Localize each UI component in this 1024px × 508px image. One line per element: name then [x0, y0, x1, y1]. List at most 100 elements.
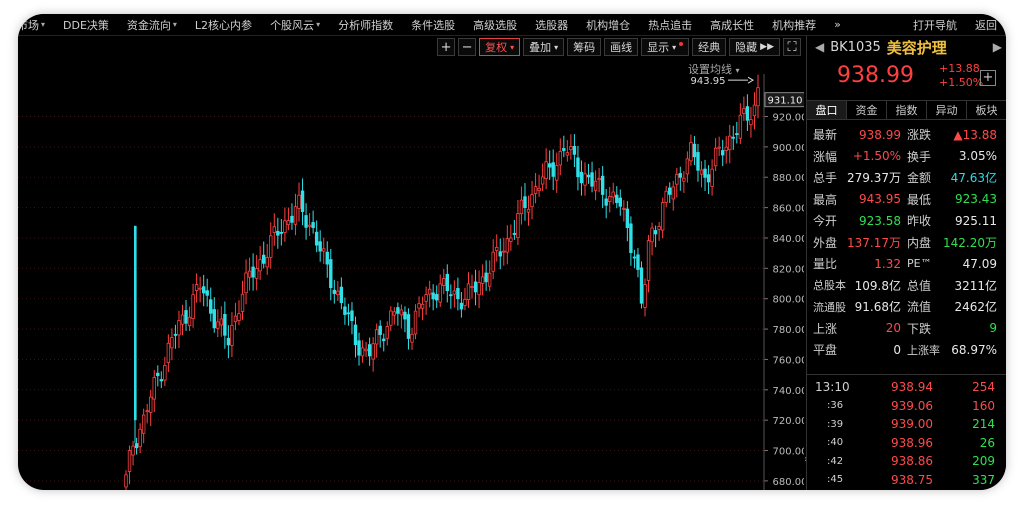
- open-nav-button[interactable]: 打开导航: [904, 17, 966, 33]
- candle-body: [678, 173, 683, 178]
- quote-row: 外盘 137.17万 内盘 142.20万: [807, 232, 1006, 254]
- candle-body: [530, 194, 534, 208]
- candle-body: [569, 146, 573, 150]
- candle-body: [583, 173, 587, 186]
- candle-body: [378, 325, 382, 335]
- candle-body: [692, 143, 697, 158]
- quote-value: 142.20万: [943, 235, 997, 250]
- candle-body: [643, 284, 647, 308]
- quote-value: 47.09: [962, 256, 997, 271]
- candle-body: [216, 321, 220, 329]
- candle-body: [477, 282, 481, 296]
- caret-down-icon: ▾: [510, 42, 515, 52]
- fuquan-dropdown[interactable]: 复权 ▾: [479, 38, 521, 56]
- menu-item-7[interactable]: 高级选股: [464, 17, 526, 33]
- candle-body: [710, 168, 714, 187]
- menu-item-4[interactable]: 个股风云 ▾: [261, 17, 329, 33]
- candle-body: [685, 158, 690, 175]
- quote-label: 涨幅: [813, 149, 838, 164]
- candle-body: [438, 283, 442, 303]
- quote-label: 外盘: [813, 235, 838, 250]
- fuquan-label: 复权: [485, 41, 508, 54]
- menu-item-6[interactable]: 条件选股: [402, 17, 464, 33]
- candle-body: [322, 248, 326, 252]
- tab-3[interactable]: 异动: [927, 101, 967, 119]
- candle-body: [170, 337, 174, 349]
- menu-item-9[interactable]: 机构增仓: [577, 17, 639, 33]
- candle-body: [720, 150, 725, 156]
- quote-panel: ◀ BK1035 美容护理 ▶ 938.99 +13.88 +1.50% + 盘…: [806, 36, 1006, 490]
- top-menu-bar: 市场 ▾ DDE决策 资金流向 ▾ L2核心内参 个股风云 ▾ 分析师指数 条件选股 高级选股 选股器…: [18, 14, 1006, 36]
- display-label: 显示: [647, 41, 670, 54]
- menu-item-3[interactable]: L2核心内参: [186, 17, 261, 33]
- candle-body: [597, 178, 601, 181]
- candle-body: [608, 196, 612, 202]
- quote-label: 量比: [813, 257, 838, 272]
- menu-item-12[interactable]: 机构推荐: [763, 17, 825, 33]
- zoom-out-button[interactable]: −: [458, 38, 477, 56]
- tab-4[interactable]: 板块: [967, 101, 1006, 119]
- quote-value: 0: [893, 342, 901, 357]
- stock-header: ◀ BK1035 美容护理 ▶: [807, 36, 1006, 58]
- quote-row: 平盘 0 上涨率 68.97%: [807, 339, 1006, 361]
- candle-body: [487, 272, 492, 287]
- next-stock-icon[interactable]: ▶: [993, 40, 1002, 54]
- menu-item-0[interactable]: 市场 ▾: [18, 17, 54, 33]
- candle-body: [604, 198, 608, 206]
- candle-body: [198, 287, 202, 290]
- tick-list[interactable]: 13:10 938.94 254:36 939.06 160:39 939.00 214:4…: [807, 378, 1006, 490]
- candle-body: [226, 337, 231, 346]
- menu-item-label: 资金流向: [126, 18, 171, 32]
- tick-price: 938.96: [891, 435, 933, 450]
- zoom-in-button[interactable]: +: [437, 38, 456, 56]
- hide-button[interactable]: 隐藏 ▶▶: [729, 38, 780, 56]
- candle-body: [484, 272, 488, 283]
- candlestick-chart[interactable]: 920.00 900.00 880.00 860.00 840.00 820.00 800.…: [18, 74, 804, 490]
- add-watchlist-button[interactable]: +: [980, 70, 996, 86]
- tab-1[interactable]: 资金: [847, 101, 887, 119]
- menu-item-10[interactable]: 热点追击: [639, 17, 701, 33]
- candle-body: [495, 247, 499, 251]
- tick-volume: 254: [972, 380, 995, 395]
- quote-grid: 最新 938.99 涨跌 ▲13.88 涨幅 +1.50% 换手 3.05% 总手 279.37万…: [807, 124, 1006, 361]
- tick-price: 938.86: [891, 454, 933, 469]
- tick-row: :42 938.86 209: [807, 452, 1006, 471]
- classic-button[interactable]: 经典: [692, 38, 727, 56]
- candle-body: [502, 250, 506, 253]
- prev-stock-icon[interactable]: ◀: [815, 40, 824, 54]
- draw-line-button[interactable]: 画线: [604, 38, 639, 56]
- candle-body: [572, 145, 577, 155]
- candle-body: [512, 233, 517, 235]
- menu-item-5[interactable]: 分析师指数: [329, 17, 402, 33]
- candle-body: [664, 190, 668, 203]
- overlay-dropdown[interactable]: 叠加 ▾: [523, 38, 565, 56]
- quote-value: 91.68亿: [854, 300, 901, 315]
- display-dropdown[interactable]: 显示 ▾: [641, 38, 690, 56]
- menu-item-2[interactable]: 资金流向 ▾: [118, 17, 186, 33]
- candle-body: [752, 104, 757, 117]
- candle-body: [283, 220, 287, 233]
- candle-body: [516, 213, 520, 239]
- fullscreen-icon[interactable]: ⛶: [783, 38, 801, 56]
- chips-button[interactable]: 筹码: [567, 38, 602, 56]
- candle-body: [233, 315, 238, 323]
- candle-body: [396, 307, 400, 314]
- quote-label: 金额: [907, 171, 932, 186]
- tab-2[interactable]: 指数: [887, 101, 927, 119]
- quote-value: 938.99: [859, 127, 901, 142]
- candle-body: [406, 314, 411, 339]
- candle-body: [724, 146, 728, 151]
- menu-item-8[interactable]: 选股器: [526, 17, 577, 33]
- menu-item-1[interactable]: DDE决策: [54, 17, 118, 33]
- tick-time: 13:10: [815, 380, 850, 395]
- candle-body: [731, 136, 735, 139]
- back-button[interactable]: 返回: [966, 17, 1006, 33]
- menu-more-icon[interactable]: »: [825, 18, 850, 31]
- hide-label: 隐藏: [735, 41, 758, 54]
- y-tick-label: 760.00: [773, 355, 805, 366]
- tick-time: :42: [827, 455, 844, 467]
- tab-0[interactable]: 盘口: [807, 101, 847, 119]
- candle-body: [261, 254, 266, 264]
- menu-item-11[interactable]: 高成长性: [701, 17, 763, 33]
- candle-body: [565, 152, 570, 156]
